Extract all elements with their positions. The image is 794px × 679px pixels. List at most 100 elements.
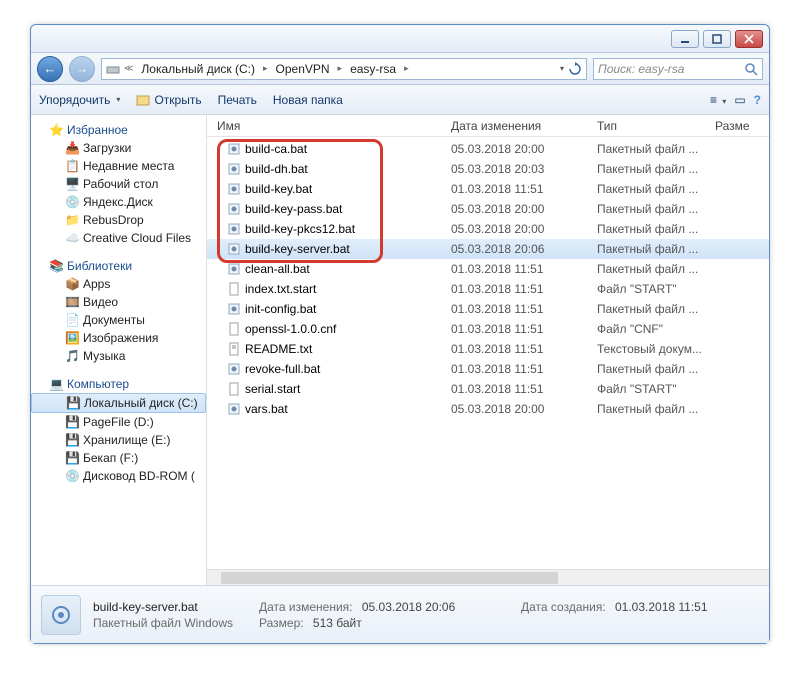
tree-yandex[interactable]: 💿Яндекс.Диск [31, 193, 206, 211]
breadcrumb-seg3[interactable]: easy-rsa [346, 62, 400, 76]
new-folder-button[interactable]: Новая папка [273, 93, 343, 107]
maximize-button[interactable] [703, 30, 731, 48]
horizontal-scrollbar[interactable] [207, 569, 769, 585]
file-icon [227, 222, 241, 236]
tree-computer[interactable]: 💻Компьютер [31, 375, 206, 393]
col-date-header[interactable]: Дата изменения [451, 119, 597, 133]
refresh-icon[interactable] [568, 62, 582, 76]
yandex-icon: 💿 [65, 195, 79, 209]
tree-video[interactable]: 🎞️Видео [31, 293, 206, 311]
file-row[interactable]: init-config.bat01.03.2018 11:51Пакетный … [207, 299, 769, 319]
file-date: 01.03.2018 11:51 [451, 322, 597, 336]
file-type: Файл "CNF" [597, 322, 715, 336]
file-date: 01.03.2018 11:51 [451, 182, 597, 196]
file-name-text: build-key.bat [245, 182, 312, 196]
tree-recent[interactable]: 📋Недавние места [31, 157, 206, 175]
file-row[interactable]: index.txt.start01.03.2018 11:51Файл "STA… [207, 279, 769, 299]
status-mod-value: 05.03.2018 20:06 [362, 600, 455, 614]
file-date: 01.03.2018 11:51 [451, 342, 597, 356]
breadcrumb-seg2[interactable]: OpenVPN [272, 62, 334, 76]
file-date: 01.03.2018 11:51 [451, 262, 597, 276]
file-date: 01.03.2018 11:51 [451, 362, 597, 376]
print-button[interactable]: Печать [218, 93, 257, 107]
folder-icon: 📁 [65, 213, 79, 227]
view-options-icon[interactable]: ≡ ▾ [710, 93, 726, 107]
preview-pane-icon[interactable]: ▭ [734, 93, 745, 107]
file-date: 05.03.2018 20:03 [451, 162, 597, 176]
file-row[interactable]: clean-all.bat01.03.2018 11:51Пакетный фа… [207, 259, 769, 279]
file-row[interactable]: openssl-1.0.0.cnf01.03.2018 11:51Файл "C… [207, 319, 769, 339]
tree-bdrom[interactable]: 💿Дисковод BD-ROM ( [31, 467, 206, 485]
file-row[interactable]: build-key-pass.bat05.03.2018 20:00Пакетн… [207, 199, 769, 219]
drive-icon: 💾 [66, 396, 80, 410]
file-row[interactable]: build-key.bat 01.03.2018 11:51Пакетный фа… [207, 179, 769, 199]
back-button[interactable]: ← [37, 56, 63, 82]
file-name-text: README.txt [245, 342, 312, 356]
col-type-header[interactable]: Тип [597, 119, 715, 133]
doc-icon: 📄 [65, 313, 79, 327]
chevron-icon: ≪ [124, 63, 133, 74]
file-name-text: serial.start [245, 382, 300, 396]
file-type: Пакетный файл ... [597, 402, 715, 416]
tree-apps[interactable]: 📦Apps [31, 275, 206, 293]
file-date: 05.03.2018 20:00 [451, 222, 597, 236]
tree-favorites[interactable]: ⭐Избранное [31, 121, 206, 139]
tree-libraries[interactable]: 📚Библиотеки [31, 257, 206, 275]
file-row[interactable]: build-ca.bat05.03.2018 20:00Пакетный фай… [207, 139, 769, 159]
col-size-header[interactable]: Разме [715, 119, 769, 133]
file-icon [227, 162, 241, 176]
tree-downloads[interactable]: 📥Загрузки [31, 139, 206, 157]
file-type: Пакетный файл ... [597, 302, 715, 316]
tree-local-c[interactable]: 💾Локальный диск (C:) [31, 393, 206, 413]
minimize-button[interactable] [671, 30, 699, 48]
file-icon [227, 142, 241, 156]
file-type: Пакетный файл ... [597, 222, 715, 236]
file-type: Пакетный файл ... [597, 182, 715, 196]
status-filename: build-key-server.bat [93, 600, 259, 614]
recent-icon: 📋 [65, 159, 79, 173]
file-row[interactable]: build-dh.bat05.03.2018 20:03Пакетный фай… [207, 159, 769, 179]
status-mod-label: Дата изменения: [259, 600, 359, 614]
tree-rebus[interactable]: 📁RebusDrop [31, 211, 206, 229]
drive-icon: 💾 [65, 433, 79, 447]
file-date: 05.03.2018 20:00 [451, 402, 597, 416]
file-list: Имя Дата изменения Тип Разме build-ca.ba… [207, 115, 769, 585]
breadcrumb-seg1[interactable]: Локальный диск (C:) [137, 62, 259, 76]
address-bar[interactable]: ≪ Локальный диск (C:) ▸ OpenVPN ▸ easy-r… [101, 58, 587, 80]
tree-storage[interactable]: 💾Хранилище (E:) [31, 431, 206, 449]
file-name-text: index.txt.start [245, 282, 316, 296]
drive-icon: 💾 [65, 415, 79, 429]
file-icon [227, 382, 241, 396]
tree-creative[interactable]: ☁️Creative Cloud Files [31, 229, 206, 247]
forward-button[interactable]: → [69, 56, 95, 82]
scrollbar-thumb[interactable] [221, 572, 558, 584]
drive-icon [106, 62, 120, 76]
status-size-value: 513 байт [313, 616, 362, 630]
file-name-text: build-ca.bat [245, 142, 307, 156]
tree-images[interactable]: 🖼️Изображения [31, 329, 206, 347]
file-type: Файл "START" [597, 282, 715, 296]
tree-documents[interactable]: 📄Документы [31, 311, 206, 329]
close-button[interactable] [735, 30, 763, 48]
dropdown-icon[interactable]: ▾ [560, 64, 564, 73]
file-icon [227, 182, 241, 196]
col-name-header[interactable]: Имя [207, 119, 451, 133]
file-row[interactable]: revoke-full.bat01.03.2018 11:51Пакетный … [207, 359, 769, 379]
open-button[interactable]: Открыть [136, 93, 201, 107]
file-row[interactable]: build-key-server.bat05.03.2018 20:06Паке… [207, 239, 769, 259]
tree-pagefile[interactable]: 💾PageFile (D:) [31, 413, 206, 431]
tree-music[interactable]: 🎵Музыка [31, 347, 206, 365]
file-name-text: init-config.bat [245, 302, 316, 316]
file-row[interactable]: build-key-pkcs12.bat05.03.2018 20:00Паке… [207, 219, 769, 239]
search-input[interactable]: Поиск: easy-rsa [593, 58, 763, 80]
tree-desktop[interactable]: 🖥️Рабочий стол [31, 175, 206, 193]
help-icon[interactable]: ? [754, 93, 761, 107]
file-row[interactable]: serial.start01.03.2018 11:51Файл "START" [207, 379, 769, 399]
file-name-text: build-dh.bat [245, 162, 308, 176]
file-name-text: build-key-pass.bat [245, 202, 342, 216]
tree-backup[interactable]: 💾Бекап (F:) [31, 449, 206, 467]
file-row[interactable]: README.txt01.03.2018 11:51Текстовый доку… [207, 339, 769, 359]
open-icon [136, 93, 150, 107]
organize-button[interactable]: Упорядочить▾ [39, 93, 120, 107]
file-row[interactable]: vars.bat05.03.2018 20:00Пакетный файл ..… [207, 399, 769, 419]
